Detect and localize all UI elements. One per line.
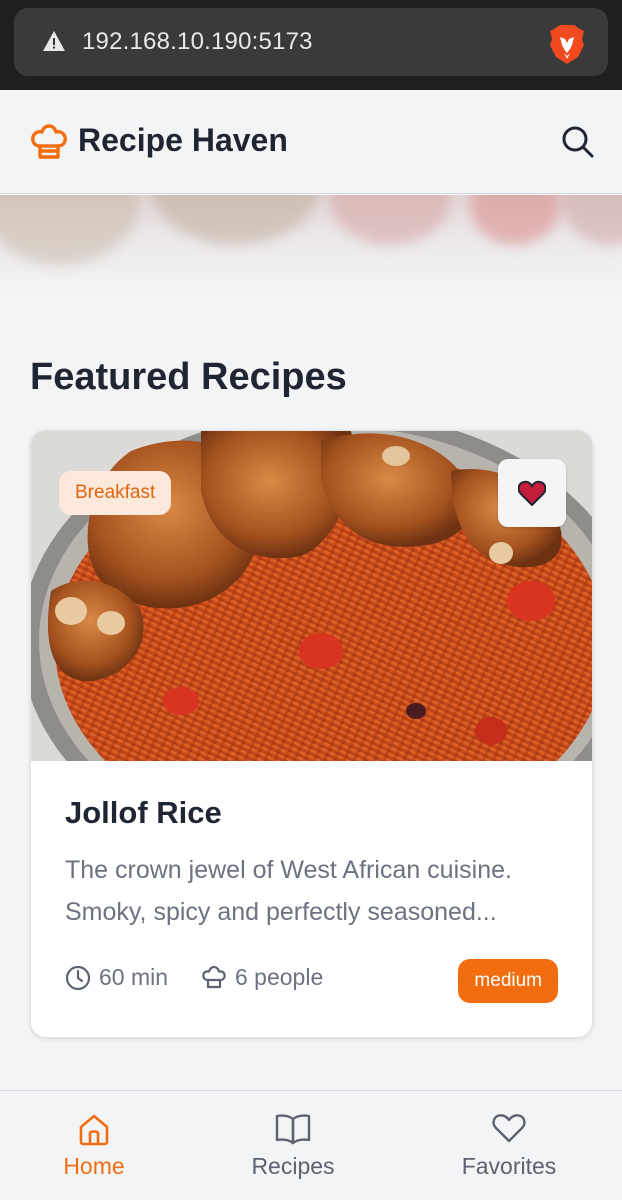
nav-label-home: Home: [63, 1153, 125, 1179]
recipe-description: The crown jewel of West African cuisine.…: [65, 856, 512, 926]
browser-toolbar: 192.168.10.190:5173: [0, 0, 622, 90]
home-icon: [79, 1114, 109, 1146]
recipe-title[interactable]: Jollof Rice: [65, 795, 222, 831]
bottom-navigation: Home Recipes Favorites: [0, 1090, 622, 1200]
brave-lion-icon[interactable]: [548, 23, 586, 65]
warning-triangle-icon[interactable]: [42, 30, 66, 52]
servings-label: 6 people: [235, 964, 324, 990]
nav-label-recipes: Recipes: [251, 1153, 335, 1179]
chef-hat-icon: [202, 965, 226, 988]
category-badge[interactable]: Breakfast: [59, 471, 172, 515]
nav-item-home[interactable]: Home: [14, 1091, 174, 1200]
app-header: Recipe Haven: [0, 90, 622, 194]
servings: 6 people: [201, 964, 323, 991]
url-text[interactable]: 192.168.10.190:5173: [82, 28, 313, 56]
favorite-button[interactable]: [498, 459, 566, 527]
chef-hat-icon: [31, 124, 67, 159]
search-icon[interactable]: [560, 124, 596, 160]
difficulty-badge: medium: [458, 959, 558, 1003]
nav-item-recipes[interactable]: Recipes: [213, 1091, 373, 1200]
clock-icon: [65, 965, 91, 990]
nav-label-favorites: Favorites: [461, 1153, 557, 1179]
section-title: Featured Recipes: [30, 356, 347, 398]
heart-icon: [492, 1114, 526, 1143]
nav-item-favorites[interactable]: Favorites: [429, 1091, 589, 1200]
address-bar[interactable]: 192.168.10.190:5173: [14, 8, 608, 76]
heart-filled-icon: [518, 480, 546, 506]
hero-banner-image: [0, 195, 622, 295]
app-title[interactable]: Recipe Haven: [78, 122, 288, 159]
book-icon: [275, 1114, 311, 1145]
recipe-card[interactable]: Breakfast Jollof Rice The crown jewel of…: [30, 430, 593, 1038]
cook-time-label: 60 min: [99, 964, 169, 990]
recipe-image[interactable]: Breakfast: [31, 431, 592, 761]
cook-time: 60 min: [65, 964, 168, 991]
